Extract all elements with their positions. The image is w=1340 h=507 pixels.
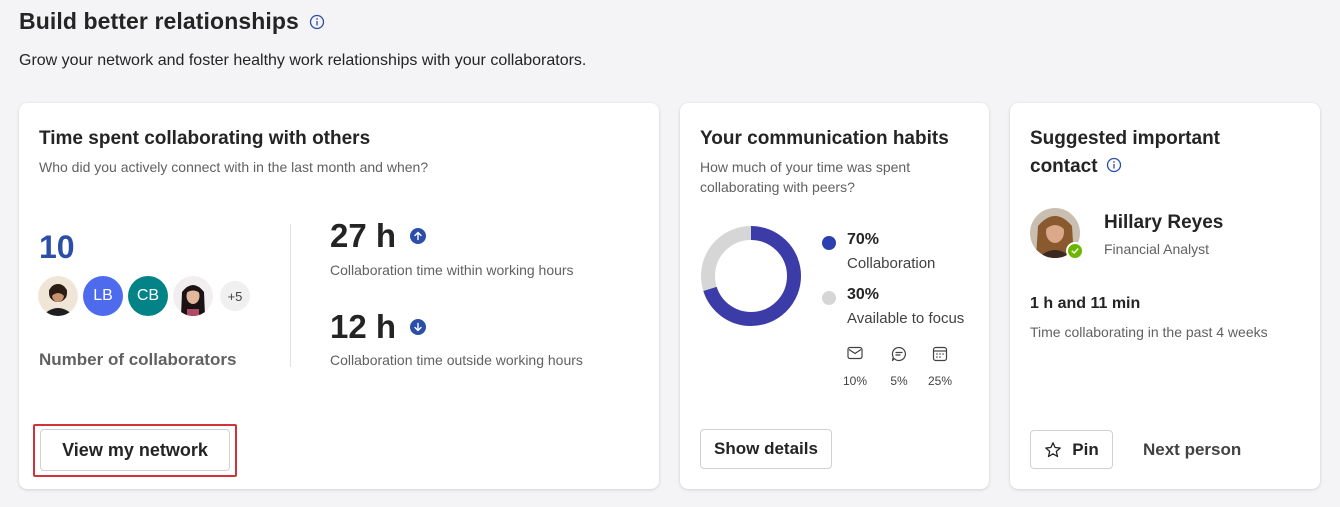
legend-dot: [822, 291, 836, 305]
within-hours-metric: 27 h: [330, 217, 427, 255]
legend-dot: [822, 236, 836, 250]
habit-email: 10%: [835, 346, 875, 388]
chat-icon: [879, 346, 919, 364]
legend-pct: 30%: [847, 286, 880, 303]
card-title: Time spent collaborating with others: [39, 128, 371, 149]
legend-name: Available to focus: [847, 310, 965, 327]
avatar-initials: CB: [136, 287, 160, 304]
presence-available-icon: [1066, 242, 1084, 260]
outside-hours-metric: 12 h: [330, 308, 427, 346]
habit-pct: 25%: [927, 374, 953, 388]
collab-time-label: Time collaborating in the past 4 weeks: [1030, 324, 1268, 340]
star-icon: [1044, 441, 1062, 459]
arrow-up-icon: [410, 228, 427, 244]
habit-chat: 5%: [879, 346, 919, 388]
avatar[interactable]: [38, 276, 78, 316]
avatar[interactable]: LB: [83, 276, 123, 316]
communication-habits-card: Your communication habits How much of yo…: [680, 103, 989, 489]
collaborator-count: 10: [39, 229, 75, 265]
card-description: Who did you actively connect with in the…: [39, 159, 429, 175]
page-title: Build better relationships: [19, 8, 299, 34]
info-icon[interactable]: [1106, 157, 1122, 173]
outside-hours-label: Collaboration time outside working hours: [330, 352, 583, 368]
pin-label: Pin: [1072, 439, 1099, 459]
calendar-icon: [920, 346, 960, 364]
card-description: How much of your time was spent collabor…: [700, 159, 911, 195]
habit-pct: 10%: [842, 374, 868, 388]
collab-time-value: 1 h and 11 min: [1030, 295, 1141, 312]
arrow-down-icon: [410, 319, 427, 335]
show-details-button[interactable]: Show details: [700, 429, 832, 469]
page-header: Build better relationships: [19, 8, 325, 35]
collaboration-time-card: Time spent collaborating with others Who…: [19, 103, 659, 489]
within-hours-label: Collaboration time within working hours: [330, 262, 574, 278]
view-my-network-button[interactable]: View my network: [40, 429, 230, 471]
page-subtitle: Grow your network and foster healthy wor…: [19, 52, 587, 69]
within-hours-value: 27 h: [330, 217, 397, 254]
next-person-button[interactable]: Next person: [1143, 440, 1241, 460]
avatar-initials: LB: [93, 287, 113, 304]
avatar[interactable]: [173, 276, 213, 316]
more-collaborators-badge[interactable]: +5: [220, 281, 250, 311]
habits-donut-chart: [701, 226, 801, 326]
info-icon[interactable]: [309, 14, 325, 30]
more-count: +5: [227, 288, 243, 304]
card-title: Your communication habits: [700, 128, 949, 149]
avatar[interactable]: CB: [128, 276, 168, 316]
habit-calendar: 25%: [920, 346, 960, 388]
outside-hours-value: 12 h: [330, 308, 397, 345]
habit-pct: 5%: [890, 374, 908, 388]
legend-name: Collaboration: [847, 255, 936, 272]
contact-name[interactable]: Hillary Reyes: [1104, 212, 1223, 234]
divider: [290, 224, 291, 367]
legend-pct: 70%: [847, 231, 880, 248]
mail-icon: [835, 346, 875, 364]
contact-role: Financial Analyst: [1104, 241, 1210, 257]
collaborators-label: Number of collaborators: [39, 350, 237, 369]
card-title-text: Suggested important contact: [1030, 128, 1221, 177]
pin-button[interactable]: Pin: [1030, 430, 1113, 469]
collaborator-avatars: LB CB +5: [38, 276, 255, 316]
suggested-contact-card: Suggested important contact Hillary Reye…: [1010, 103, 1320, 489]
card-title: Suggested important contact: [1030, 125, 1290, 181]
